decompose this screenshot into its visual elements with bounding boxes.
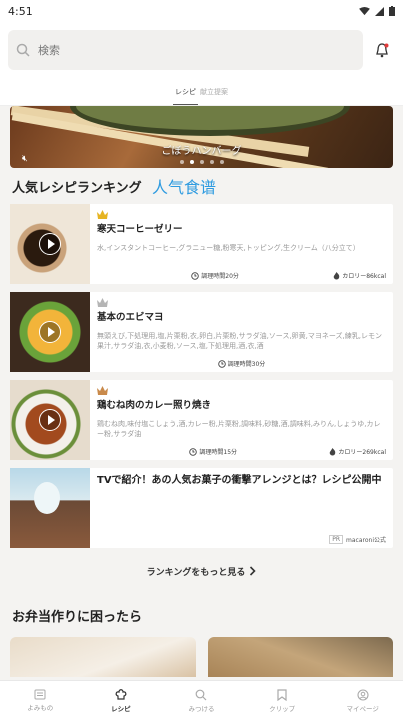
- crown-silver-icon: [97, 298, 108, 307]
- bell-icon: [376, 42, 389, 57]
- banner-pagination: [10, 160, 393, 164]
- nav-item-recipe[interactable]: レシピ: [81, 681, 162, 720]
- nav-item-discover[interactable]: みつける: [161, 681, 242, 720]
- pagination-dot[interactable]: [209, 160, 214, 164]
- cook-time: 調理時間20分: [97, 271, 333, 280]
- nav-label: マイページ: [346, 704, 379, 713]
- recipe-title: 寒天コーヒーゼリー: [97, 224, 183, 235]
- clock-icon: [217, 359, 226, 368]
- crown-gold-icon: [97, 210, 108, 219]
- bento-row: [0, 637, 403, 677]
- rank-row: [97, 386, 386, 395]
- pr-meta: PR macaroni公式: [329, 535, 386, 544]
- nav-label: よみもの: [27, 704, 54, 712]
- hero-banner[interactable]: ごぼうハンバーグ 🔇︎: [10, 106, 393, 168]
- annotation-overlay: 人气食谱: [152, 178, 217, 197]
- flame-icon: [330, 447, 336, 455]
- recipe-meta: 調理時間15分 カロリー269kcal: [97, 447, 386, 456]
- pagination-dot[interactable]: [199, 160, 204, 164]
- notification-button[interactable]: [369, 42, 395, 58]
- header: 検索: [0, 22, 403, 78]
- card-body: 寒天コーヒーゼリー 水,インスタントコーヒー,グラニュー糖,粉寒天,トッピング,…: [90, 204, 393, 284]
- ranking-card-2[interactable]: 基本のエビマヨ 無頭えび,下処理用,塩,片栗粉,衣,卵白,片栗粉,サラダ油,ソー…: [10, 292, 393, 372]
- pagination-dot[interactable]: [219, 160, 224, 164]
- recipe-ingredients: 鶏むね肉,味付塩こしょう,酒,カレー粉,片栗粉,調味料,砂糖,酒,調味料,みりん…: [97, 420, 381, 438]
- clock-icon: [189, 447, 198, 456]
- nav-label: レシピ: [111, 704, 131, 713]
- card-body: TVで紹介！あの人気お菓子の衝撃アレンジとは？レシピ公開中 PR macaron…: [90, 468, 393, 548]
- pr-egg-shape: [34, 482, 60, 514]
- tab-recipe[interactable]: レシピ: [173, 87, 198, 106]
- status-icons: [359, 6, 395, 16]
- banner-title: ごぼうハンバーグ: [161, 146, 242, 157]
- ranking-more-link[interactable]: ランキングをもっと見る: [0, 556, 403, 586]
- nav-label: クリップ: [269, 704, 296, 713]
- nav-item-reading[interactable]: よみもの: [0, 681, 81, 720]
- bento-card[interactable]: [10, 637, 196, 677]
- pr-title: TVで紹介！あの人気お菓子の衝撃アレンジとは？レシピ公開中: [97, 475, 382, 486]
- cook-time: 調理時間30分: [97, 359, 386, 368]
- ranking-more-label: ランキングをもっと見る: [146, 567, 246, 578]
- cook-time-label: 調理時間15分: [199, 449, 238, 456]
- book-icon: [34, 689, 46, 700]
- calories-label: カロリー269kcal: [338, 449, 386, 456]
- search-placeholder: 検索: [38, 44, 60, 57]
- pr-thumbnail: [10, 468, 90, 548]
- bookmark-icon: [277, 688, 287, 701]
- recipe-meta: 調理時間30分: [97, 359, 386, 368]
- recipe-title: 基本のエビマヨ: [97, 312, 164, 323]
- bento-card[interactable]: [207, 637, 393, 677]
- signal-icon: [375, 6, 384, 16]
- ranking-card-1[interactable]: 寒天コーヒーゼリー 水,インスタントコーヒー,グラニュー糖,粉寒天,トッピング,…: [10, 204, 393, 284]
- cook-time-label: 調理時間20分: [201, 273, 239, 280]
- status-time: 4:51: [8, 4, 33, 18]
- search-input[interactable]: 検索: [8, 30, 363, 70]
- nav-item-clip[interactable]: クリップ: [242, 681, 323, 720]
- pr-badge: PR: [329, 535, 344, 544]
- nav-item-mypage[interactable]: マイページ: [322, 681, 403, 720]
- calories-label: カロリー86kcal: [342, 273, 386, 280]
- ranking-card-3[interactable]: 鶏むね肉のカレー照り焼き 鶏むね肉,味付塩こしょう,酒,カレー粉,片栗粉,調味料…: [10, 380, 393, 460]
- ranking-header: 人気レシピランキング 人气食谱: [0, 168, 403, 204]
- pagination-dot[interactable]: [179, 160, 184, 164]
- chevron-right-icon: [250, 566, 256, 576]
- pr-card[interactable]: TVで紹介！あの人気お菓子の衝撃アレンジとは？レシピ公開中 PR macaron…: [10, 468, 393, 548]
- crown-bronze-icon: [97, 386, 108, 395]
- nav-label: みつける: [188, 704, 215, 713]
- play-icon[interactable]: [39, 321, 61, 343]
- search-icon: [16, 43, 30, 57]
- recipe-meta: 調理時間20分 カロリー86kcal: [97, 271, 386, 280]
- calories: カロリー86kcal: [333, 271, 386, 280]
- rank-row: [97, 298, 386, 307]
- recipe-ingredients: 水,インスタントコーヒー,グラニュー糖,粉寒天,トッピング,生クリーム（八分立て…: [97, 244, 360, 252]
- calories: カロリー269kcal: [329, 447, 386, 456]
- bento-section-title: お弁当作りに困ったら: [12, 610, 143, 625]
- recipe-title: 鶏むね肉のカレー照り焼き: [97, 400, 212, 411]
- ranking-title: 人気レシピランキング: [12, 181, 142, 196]
- tab-menu-suggestion[interactable]: 献立提案: [198, 87, 230, 106]
- bottom-nav: よみもの レシピ みつける クリップ マイページ: [0, 680, 403, 720]
- recipe-thumbnail: [10, 204, 90, 284]
- recipe-ingredients: 無頭えび,下処理用,塩,片栗粉,衣,卵白,片栗粉,サラダ油,ソース,卵黄,マヨネ…: [97, 332, 383, 350]
- card-body: 基本のエビマヨ 無頭えび,下処理用,塩,片栗粉,衣,卵白,片栗粉,サラダ油,ソー…: [90, 292, 393, 372]
- chef-hat-icon: [115, 688, 127, 700]
- pagination-dot[interactable]: [189, 160, 194, 164]
- cook-time-label: 調理時間30分: [227, 361, 266, 368]
- rank-row: [97, 210, 386, 219]
- pr-sponsor: macaroni公式: [346, 537, 386, 544]
- play-icon[interactable]: [39, 233, 61, 255]
- recipe-thumbnail: [10, 292, 90, 372]
- tab-bar: レシピ 献立提案: [0, 78, 403, 106]
- user-icon: [357, 688, 369, 701]
- flame-icon: [333, 271, 340, 279]
- status-bar: 4:51: [0, 0, 403, 22]
- wifi-icon: [359, 6, 370, 15]
- play-icon[interactable]: [39, 409, 61, 431]
- search-icon: [196, 689, 207, 700]
- clock-icon: [191, 271, 200, 280]
- card-body: 鶏むね肉のカレー照り焼き 鶏むね肉,味付塩こしょう,酒,カレー粉,片栗粉,調味料…: [90, 380, 393, 460]
- cook-time: 調理時間15分: [97, 447, 329, 456]
- recipe-thumbnail: [10, 380, 90, 460]
- battery-icon: [389, 6, 395, 16]
